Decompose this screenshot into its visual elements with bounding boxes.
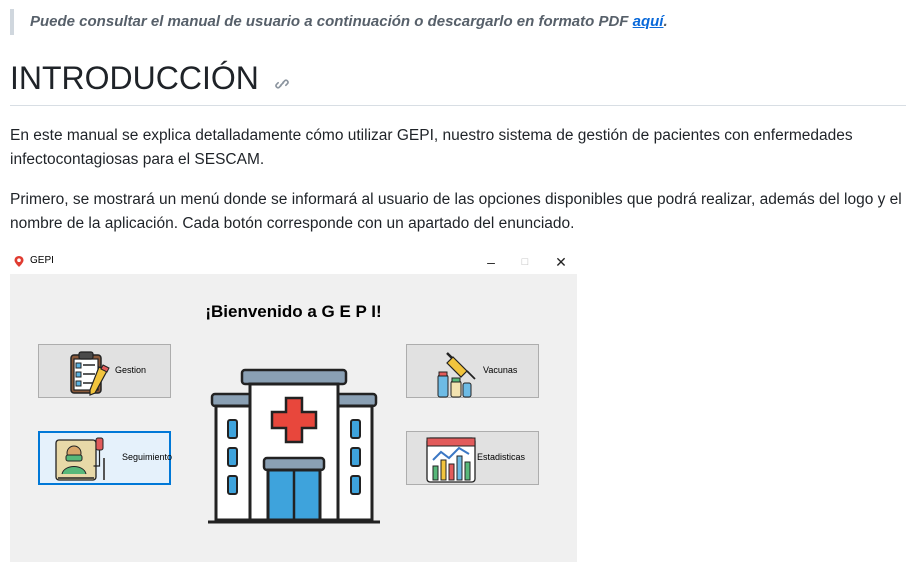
window-client-area: ¡Bienvenido a G E P I! Gestion Seguimien… (10, 274, 577, 562)
pdf-download-link[interactable]: aquí (633, 13, 664, 30)
gestion-button[interactable]: Gestion (38, 344, 171, 398)
note-text: Puede consultar el manual de usuario a c… (30, 13, 633, 30)
estadisticas-label: Estadisticas (477, 452, 526, 462)
maximize-button[interactable]: □ (512, 252, 538, 272)
blockquote-note: Puede consultar el manual de usuario a c… (10, 9, 890, 35)
seguimiento-button[interactable]: Seguimiento (38, 431, 173, 485)
estadisticas-button[interactable]: Estadisticas (406, 431, 539, 485)
statistics-chart-icon (425, 436, 477, 489)
note-end: . (663, 13, 668, 30)
intro-paragraph-2: Primero, se mostrará un menú donde se in… (10, 191, 902, 232)
vaccine-syringe-icon (433, 349, 481, 404)
vacunas-button[interactable]: Vacunas (406, 344, 539, 398)
gestion-label: Gestion (115, 365, 147, 375)
hospital-logo-icon (208, 366, 380, 531)
app-window-screenshot: GEPI – □ ✕ ¡Bienvenido a G E P I! Gestio… (10, 250, 577, 562)
minimize-button[interactable]: – (478, 252, 504, 272)
close-button[interactable]: ✕ (548, 252, 574, 272)
patient-monitoring-icon (52, 434, 110, 489)
clipboard-checklist-icon (65, 349, 113, 402)
seguimiento-label: Seguimiento (122, 452, 173, 462)
window-title: GEPI (30, 255, 54, 266)
vacunas-label: Vacunas (483, 365, 518, 375)
heading-text: INTRODUCCIÓN (10, 60, 259, 96)
window-titlebar: GEPI – □ ✕ (10, 250, 577, 274)
intro-paragraph-1: En este manual se explica detalladamente… (10, 127, 853, 168)
location-pin-icon (13, 255, 25, 273)
anchor-link-icon[interactable] (274, 61, 290, 101)
welcome-title: ¡Bienvenido a G E P I! (205, 302, 382, 321)
section-heading: INTRODUCCIÓN (10, 58, 906, 106)
